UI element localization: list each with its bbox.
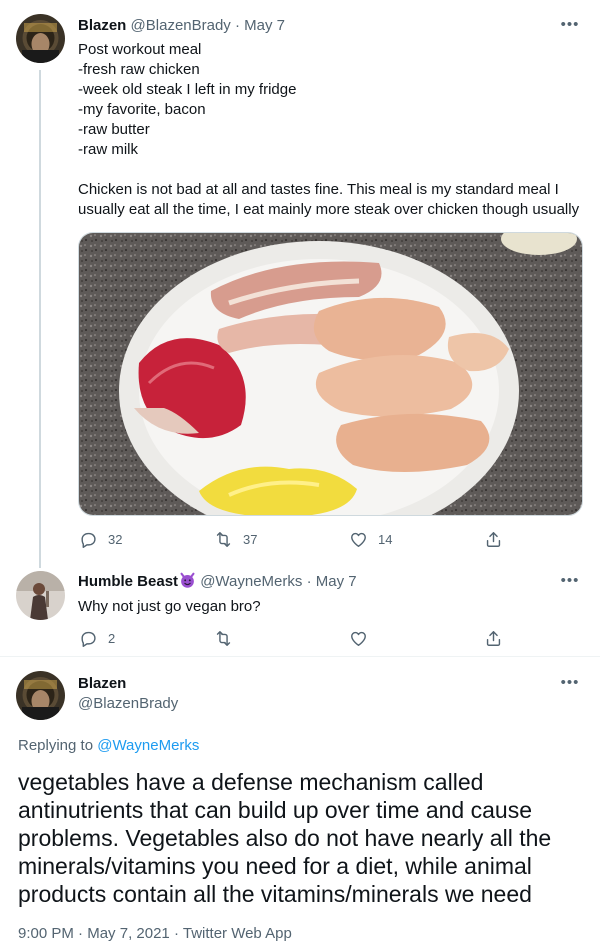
thread-line <box>39 70 41 568</box>
replying-prefix: Replying to <box>18 737 98 754</box>
separator: · <box>306 573 312 590</box>
smiling-devil-emoji-icon <box>180 572 195 588</box>
text-line: -my favorite, bacon <box>78 101 206 118</box>
author-handle[interactable]: @WayneMerks <box>200 573 302 590</box>
reply-count: 32 <box>108 531 123 547</box>
text-line: Why not just go vegan bro? <box>78 598 261 615</box>
text-line: products contain all the vitamins/minera… <box>18 881 532 907</box>
reply-button[interactable]: 2 <box>70 629 205 648</box>
text-line: usually eat all the time, I eat mainly m… <box>78 201 580 218</box>
meal-photo <box>79 233 582 515</box>
author-handle[interactable]: @BlazenBrady <box>78 694 178 714</box>
replying-to: Replying to @WayneMerks <box>18 736 199 756</box>
text-line <box>78 160 579 180</box>
share-button[interactable] <box>475 530 515 549</box>
tweet-date[interactable]: May 7 <box>316 573 357 590</box>
heart-icon <box>351 631 366 646</box>
more-options-icon[interactable]: ••• <box>560 17 580 38</box>
retweet-icon <box>216 531 231 547</box>
more-options-icon[interactable]: ••• <box>560 675 580 696</box>
tweet-metadata: 9:00 PM · May 7, 2021 · Twitter Web App <box>18 924 292 944</box>
more-options-icon[interactable]: ••• <box>560 573 580 594</box>
main-tweet-text: vegetables have a defense mechanism call… <box>18 768 551 908</box>
tweet1-text: Post workout meal -fresh raw chicken -we… <box>78 40 579 220</box>
like-button[interactable]: 14 <box>340 530 475 549</box>
text-line: Chicken is not bad at all and tastes fin… <box>78 181 559 198</box>
tweet2-header: Humble Beast @WayneMerks · May 7 <box>78 572 357 592</box>
text-line: -week old steak I left in my fridge <box>78 81 297 98</box>
retweet-button[interactable]: 37 <box>205 530 340 549</box>
text-line: -raw butter <box>78 121 150 138</box>
separator: · <box>78 925 84 942</box>
tweet1-actions: 32 37 14 <box>70 527 520 551</box>
like-button[interactable] <box>340 629 475 648</box>
tweet-source[interactable]: Twitter Web App <box>183 925 292 942</box>
separator: · <box>234 17 240 34</box>
like-count: 14 <box>378 531 393 547</box>
text-line: antinutrients that can build up over tim… <box>18 797 532 823</box>
text-line: -raw milk <box>78 141 138 158</box>
heart-icon <box>351 532 366 547</box>
tweet1-header: Blazen @BlazenBrady · May 7 <box>78 16 285 36</box>
tweet-photo[interactable] <box>78 232 583 516</box>
tweet2-actions: 2 <box>70 626 520 650</box>
tweet2-text: Why not just go vegan bro? <box>78 597 261 617</box>
text-line: Post workout meal <box>78 41 202 58</box>
separator: · <box>173 925 179 942</box>
avatar-blazen[interactable] <box>16 14 65 63</box>
author-name[interactable]: Humble Beast <box>78 573 178 590</box>
share-icon <box>486 531 501 547</box>
share-icon <box>486 630 501 646</box>
text-line: -fresh raw chicken <box>78 61 200 78</box>
retweet-count: 37 <box>243 531 258 547</box>
author-name[interactable]: Blazen <box>78 17 126 34</box>
replying-to-link[interactable]: @WayneMerks <box>97 737 199 754</box>
author-handle[interactable]: @BlazenBrady <box>131 17 231 34</box>
retweet-button[interactable] <box>205 629 340 648</box>
text-line: minerals/vitamins you need for a diet, w… <box>18 853 532 879</box>
avatar-blazen-main[interactable] <box>16 671 65 720</box>
reply-count: 2 <box>108 630 116 646</box>
tweet-full-date[interactable]: May 7, 2021 <box>87 925 170 942</box>
author-name[interactable]: Blazen <box>78 674 126 694</box>
tweet-time[interactable]: 9:00 PM <box>18 925 74 942</box>
share-button[interactable] <box>475 629 515 648</box>
tweet-date[interactable]: May 7 <box>244 17 285 34</box>
reply-button[interactable]: 32 <box>70 530 205 549</box>
avatar-humble-beast[interactable] <box>16 571 65 620</box>
reply-icon <box>81 532 96 548</box>
text-line: problems. Vegetables also do not have ne… <box>18 825 552 851</box>
retweet-icon <box>216 630 231 646</box>
text-line: vegetables have a defense mechanism call… <box>18 769 484 795</box>
divider <box>0 656 600 657</box>
reply-icon <box>81 631 96 647</box>
